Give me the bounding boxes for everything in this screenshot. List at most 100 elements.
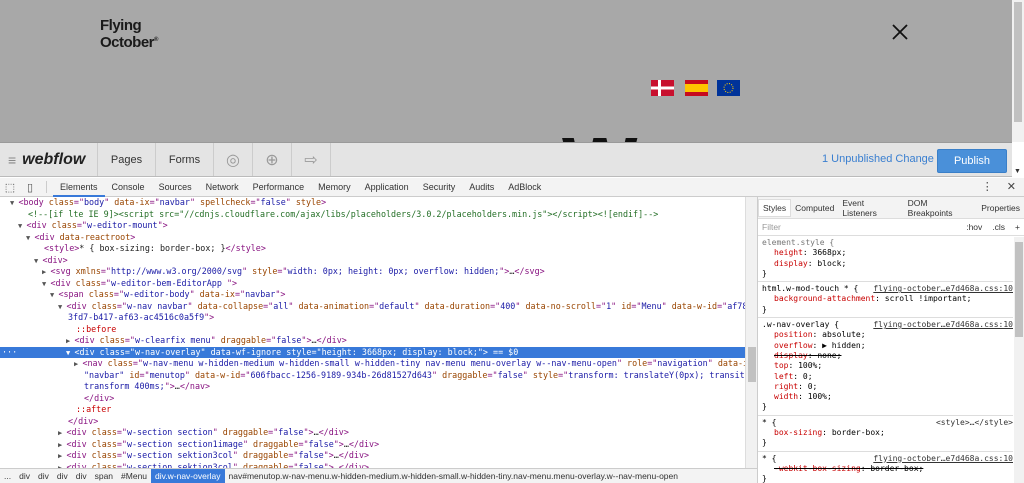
pages-button[interactable]: Pages — [98, 143, 156, 176]
dom-token: data-reactroot — [59, 231, 131, 242]
dom-node-line[interactable]: ▶ <div class="w-section section1image" d… — [0, 439, 745, 451]
dom-node-line[interactable]: ▶ <div class="w-section section" draggab… — [0, 427, 745, 439]
dom-token: data-wf-ignore — [210, 346, 282, 357]
page-scrollbar[interactable] — [1012, 0, 1024, 142]
dom-node-line[interactable]: ▶ <svg xmlns="http://www.w3.org/2000/svg… — [0, 266, 745, 278]
css-property[interactable]: height: 3668px; — [762, 248, 1009, 258]
breadcrumb-item[interactable]: div.w-nav-overlay — [151, 469, 225, 483]
styles-tab-computed[interactable]: Computed — [791, 203, 838, 213]
css-property[interactable]: top: 100%; — [762, 361, 1009, 371]
dom-scrollbar[interactable] — [745, 197, 757, 468]
divider — [46, 181, 47, 193]
dom-token: data-ix — [199, 289, 235, 299]
flying-october-logo[interactable]: Flying October® — [100, 18, 158, 50]
css-property[interactable]: background-attachment: scroll !important… — [762, 294, 1009, 304]
breadcrumb-item[interactable]: div — [72, 469, 91, 483]
rule-source-link[interactable]: flying-october…e7d468a.css:10 — [873, 454, 1013, 464]
styles-tab-event-listeners[interactable]: Event Listeners — [838, 198, 903, 218]
dom-node-line[interactable]: ::before — [0, 324, 745, 336]
more-dots-icon[interactable]: ··· — [2, 347, 17, 359]
tab-console[interactable]: Console — [105, 178, 152, 197]
dom-node-line[interactable]: </div> — [0, 416, 745, 428]
dom-node-line[interactable]: </div> — [0, 393, 745, 405]
selected-dom-node[interactable]: ··· ▼ <div class="w-nav-overlay" data-wf-… — [0, 346, 745, 359]
hamburger-icon[interactable]: ≡ — [8, 152, 16, 168]
close-icon[interactable] — [890, 22, 910, 42]
dom-node-line[interactable]: "navbar" id="menutop" data-w-id="606fbac… — [0, 370, 745, 382]
dom-node-line[interactable]: ▼ <div class="w-nav navbar" data-collaps… — [0, 301, 745, 313]
dom-token: =" — [717, 300, 728, 311]
help-icon[interactable]: ⊕ — [253, 143, 292, 176]
css-property[interactable]: -webkit-box-sizing: border-box; — [762, 464, 1009, 474]
dom-node-line[interactable]: ▼ <body class="body" data-ix="navbar" sp… — [0, 197, 745, 209]
css-property[interactable]: position: absolute; — [762, 330, 1009, 340]
dom-node-line[interactable]: ▼ <div data-reactroot> — [0, 232, 745, 244]
dom-node-line[interactable]: <!--[if lte IE 9]><script src="//cdnjs.c… — [0, 209, 745, 221]
new-rule-button[interactable]: + — [1015, 222, 1020, 232]
scroll-down-arrow-icon[interactable]: ▼ — [1014, 168, 1021, 175]
breadcrumb-item[interactable]: #Menu — [117, 469, 151, 483]
tab-memory[interactable]: Memory — [311, 178, 358, 197]
inspect-element-icon[interactable]: ⬚ — [0, 181, 20, 194]
eu-flag-icon[interactable] — [717, 80, 740, 96]
unpublished-changes-link[interactable]: 1 Unpublished Change — [822, 153, 934, 165]
css-property[interactable]: width: 100%; — [762, 392, 1009, 402]
styles-tab-styles[interactable]: Styles — [758, 198, 792, 217]
css-property[interactable]: display: block; — [762, 259, 1009, 269]
rule-source-link[interactable]: flying-october…e7d468a.css:10 — [873, 320, 1013, 330]
dom-token: =" — [124, 346, 135, 357]
dom-token: " — [189, 289, 200, 299]
dom-node-line[interactable]: <style>* { box-sizing: border-box; }</st… — [0, 243, 745, 255]
account-icon[interactable]: ◎ — [214, 143, 253, 176]
dom-node-line[interactable]: ▶ <nav class="w-nav-menu w-hidden-medium… — [0, 358, 745, 370]
export-icon[interactable]: ⇨ — [292, 143, 331, 176]
css-property[interactable]: display: none; — [762, 351, 1009, 361]
tab-network[interactable]: Network — [199, 178, 246, 197]
rule-source-link[interactable]: flying-october…e7d468a.css:10 — [873, 284, 1013, 294]
tab-security[interactable]: Security — [416, 178, 463, 197]
hov-toggle[interactable]: :hov — [966, 222, 982, 232]
breadcrumb-item[interactable]: span — [91, 469, 117, 483]
elements-dom-tree[interactable]: ▼ <body class="body" data-ix="navbar" sp… — [0, 197, 745, 468]
spain-flag-icon[interactable] — [685, 80, 708, 96]
css-property[interactable]: box-sizing: border-box; — [762, 428, 1009, 438]
more-options-icon[interactable]: ⋮ — [982, 178, 993, 197]
styles-tab-dom-breakpoints[interactable]: DOM Breakpoints — [904, 198, 978, 218]
dom-node-line[interactable]: ::after — [0, 404, 745, 416]
tab-application[interactable]: Application — [358, 178, 416, 197]
dom-token: <div — [66, 450, 92, 460]
forms-button[interactable]: Forms — [156, 143, 214, 176]
tab-performance[interactable]: Performance — [246, 178, 312, 197]
tab-elements[interactable]: Elements — [53, 178, 105, 197]
dom-node-line[interactable]: ▼ <span class="w-editor-body" data-ix="n… — [0, 289, 745, 301]
dom-node-line[interactable]: ▼ <div class="w-editor-mount"> — [0, 220, 745, 232]
breadcrumb-item[interactable]: ... — [0, 469, 15, 483]
dom-node-line[interactable]: transform 400ms;">…</nav> — [0, 381, 745, 393]
dom-token: <div — [74, 346, 100, 357]
tab-audits[interactable]: Audits — [462, 178, 501, 197]
dom-node-line[interactable]: ▶ <div class="w-clearfix menu" draggable… — [0, 335, 745, 347]
dom-node-line[interactable]: ▼ <div> — [0, 255, 745, 267]
device-toolbar-icon[interactable]: ▯ — [20, 181, 40, 194]
breadcrumb-item[interactable]: div — [15, 469, 34, 483]
dom-node-line[interactable]: ▶ <div class="w-section sektion3col" dra… — [0, 450, 745, 462]
styles-scrollbar[interactable] — [1014, 237, 1024, 483]
css-property[interactable]: left: 0; — [762, 372, 1009, 382]
dom-node-line[interactable]: 3fd7-b417-af63-ac4516c0a5f9"> — [0, 312, 745, 324]
styles-filter-input[interactable]: Filter — [762, 222, 781, 232]
webflow-menu[interactable]: ≡ webflow — [0, 143, 98, 176]
css-property[interactable]: right: 0; — [762, 382, 1009, 392]
denmark-flag-icon[interactable] — [651, 80, 674, 96]
styles-tab-properties[interactable]: Properties — [977, 203, 1024, 213]
breadcrumb-item[interactable]: div — [34, 469, 53, 483]
css-property[interactable]: overflow: ▶ hidden; — [762, 341, 1009, 351]
breadcrumb-item[interactable]: div — [53, 469, 72, 483]
breadcrumb-item[interactable]: nav#menutop.w-nav-menu.w-hidden-medium.w… — [225, 469, 682, 483]
cls-toggle[interactable]: .cls — [992, 222, 1005, 232]
tab-sources[interactable]: Sources — [152, 178, 199, 197]
rule-source-link[interactable]: <style>…</style> — [936, 418, 1013, 428]
tab-adblock[interactable]: AdBlock — [501, 178, 548, 197]
publish-button[interactable]: Publish — [937, 149, 1007, 173]
close-devtools-icon[interactable]: ✕ — [1007, 178, 1016, 197]
dom-node-line[interactable]: ▼ <div class="w-editor-bem-EditorApp "> — [0, 278, 745, 290]
